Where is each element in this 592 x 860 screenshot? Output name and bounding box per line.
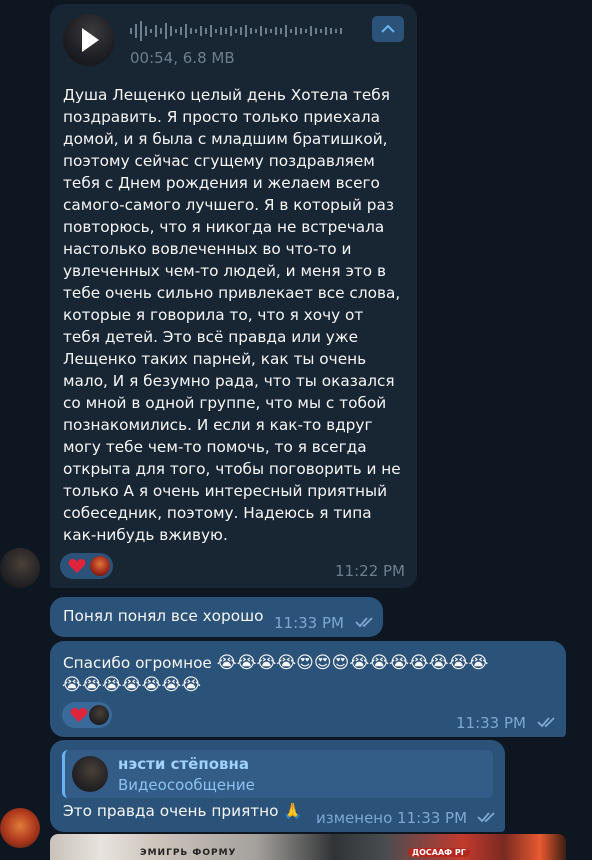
- double-check-icon: [477, 812, 495, 823]
- reply-thumbnail: [72, 756, 108, 792]
- message-time: 11:33 PM: [274, 614, 344, 632]
- outgoing-message[interactable]: нэсти стёповна Видеосообщение Это правда…: [50, 740, 505, 832]
- message-time: изменено 11:33 PM: [316, 809, 468, 827]
- chevron-up-icon: [381, 24, 395, 33]
- reply-preview[interactable]: нэсти стёповна Видеосообщение: [62, 750, 493, 798]
- outgoing-message[interactable]: Понял понял все хорошо 11:33 PM: [50, 597, 383, 637]
- voice-transcript-text: Душа Лещенко целый день Хотела тебя позд…: [63, 86, 401, 544]
- double-check-icon: [355, 617, 373, 628]
- voice-thumbnail[interactable]: [63, 14, 115, 66]
- voice-duration-size: 00:54, 6.8 MB: [130, 49, 235, 67]
- voice-message-bubble[interactable]: 00:54, 6.8 MB Душа Лещенко целый день Хо…: [50, 4, 417, 588]
- reactions-pill[interactable]: [60, 553, 113, 579]
- message-time: 11:22 PM: [335, 562, 405, 580]
- double-check-icon: [537, 717, 555, 728]
- emoji-sequence: 😭😭😭😭😭😭😭: [62, 675, 202, 695]
- collapse-transcript-button[interactable]: [372, 16, 404, 42]
- message-text: Понял понял все хорошо: [63, 607, 264, 625]
- heart-icon: [70, 708, 88, 722]
- waveform[interactable]: [130, 18, 360, 44]
- media-caption-right: ДОСААФ РГ: [408, 848, 470, 857]
- reply-author: нэсти стёповна: [118, 755, 249, 773]
- heart-icon: [68, 559, 86, 573]
- reactions-pill[interactable]: [62, 702, 112, 728]
- play-icon[interactable]: [82, 28, 99, 52]
- message-time: 11:33 PM: [456, 714, 526, 732]
- sender-avatar[interactable]: [0, 808, 40, 848]
- emoji-sequence: 😭😭😭😭😍😍😍😭😭😭😭😭😭😭: [216, 653, 489, 673]
- message-text-words: Спасибо огромное: [63, 654, 212, 672]
- media-caption-left: ЭМИГРЬ ФОРМУ: [140, 848, 237, 858]
- reactor-avatar: [89, 705, 109, 725]
- sender-avatar[interactable]: [0, 548, 40, 588]
- media-preview[interactable]: ЭМИГРЬ ФОРМУ ДОСААФ РГ: [50, 834, 566, 860]
- message-text: Спасибо огромное 😭😭😭😭😍😍😍😭😭😭😭😭😭😭: [63, 653, 488, 673]
- outgoing-message[interactable]: Спасибо огромное 😭😭😭😭😍😍😍😭😭😭😭😭😭😭 😭😭😭😭😭😭😭 …: [50, 641, 566, 737]
- message-text: Это правда очень приятно 🙏: [63, 802, 303, 820]
- reactor-avatar: [90, 556, 110, 576]
- reply-type: Видеосообщение: [118, 776, 255, 794]
